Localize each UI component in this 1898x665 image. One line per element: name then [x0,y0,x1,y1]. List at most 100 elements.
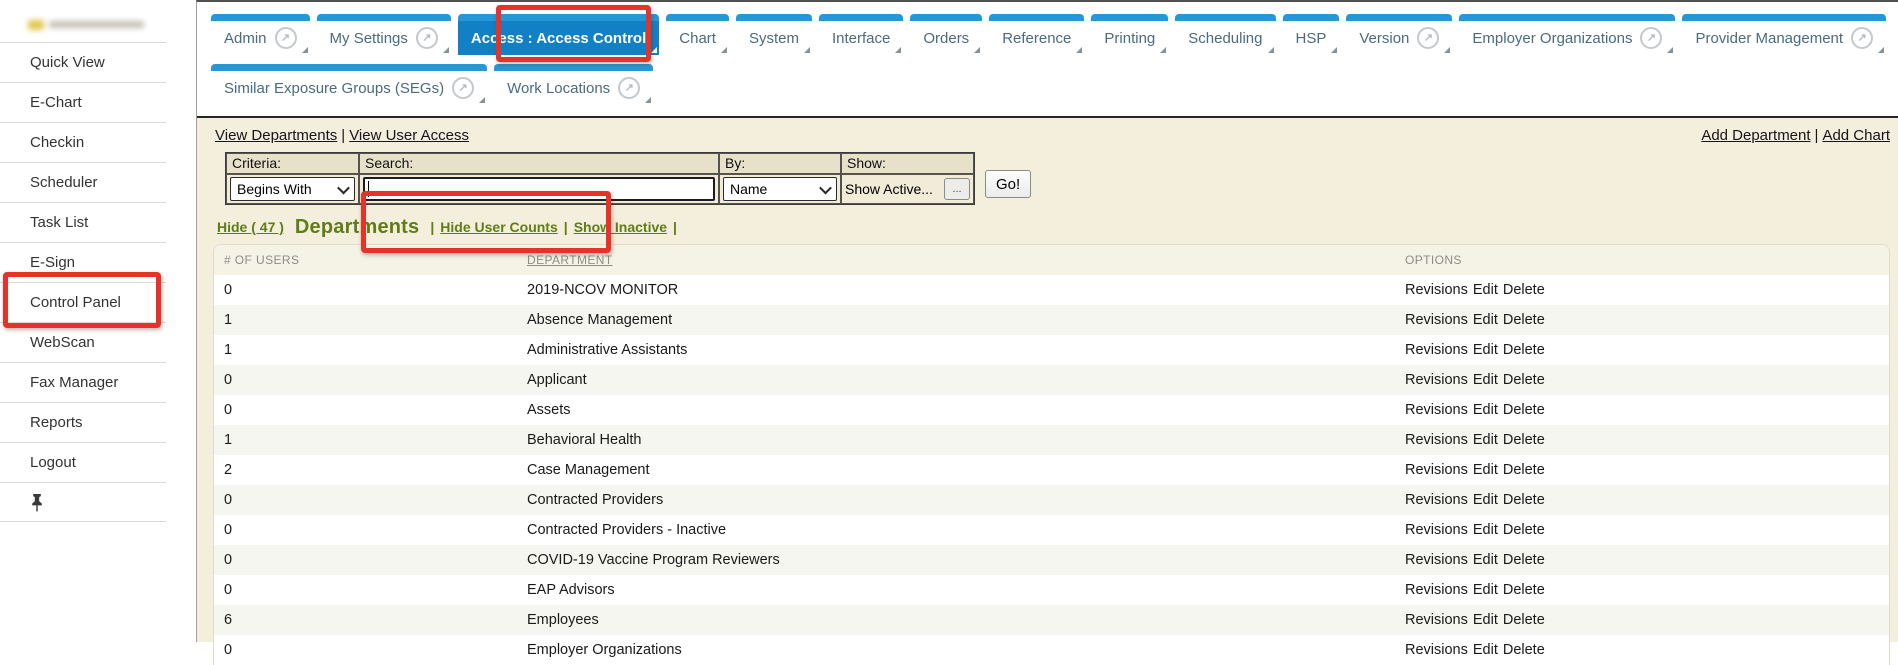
hide-user-counts-link[interactable]: Hide User Counts [440,219,557,235]
tab-label: System [749,30,799,47]
show-inactive-link[interactable]: Show Inactive [574,219,667,235]
tab-printing[interactable]: Printing [1091,14,1168,55]
external-link-icon[interactable]: ↗ [1851,27,1873,49]
tab-access-access-control[interactable]: Access : Access Control [458,14,659,55]
delete-link[interactable]: Delete [1503,612,1545,628]
sidebar-item-control-panel[interactable]: Control Panel [0,283,166,323]
revisions-link[interactable]: Revisions [1405,522,1468,538]
tab-chart[interactable]: Chart [666,14,729,55]
pushpin-icon[interactable] [30,493,44,512]
tab-version[interactable]: Version↗ [1346,14,1452,55]
delete-link[interactable]: Delete [1503,582,1545,598]
tab-reference[interactable]: Reference [989,14,1084,55]
table-row: 0Employer OrganizationsRevisionsEditDele… [214,635,1889,665]
sidebar-item-task-list[interactable]: Task List [0,203,166,243]
edit-link[interactable]: Edit [1473,282,1498,298]
revisions-link[interactable]: Revisions [1405,492,1468,508]
sidebar-item-e-sign[interactable]: E-Sign [0,243,166,283]
edit-link[interactable]: Edit [1473,642,1498,658]
sidebar-item-checkin[interactable]: Checkin [0,123,166,163]
tab-orders[interactable]: Orders [910,14,982,55]
external-link-icon[interactable]: ↗ [1640,27,1662,49]
revisions-link[interactable]: Revisions [1405,402,1468,418]
external-link-icon[interactable]: ↗ [452,77,474,99]
tab-admin[interactable]: Admin↗ [211,14,310,55]
revisions-link[interactable]: Revisions [1405,642,1468,658]
hide-count-link[interactable]: Hide ( 47 ) [217,219,284,235]
edit-link[interactable]: Edit [1473,432,1498,448]
add-chart-link[interactable]: Add Chart [1822,127,1890,144]
delete-link[interactable]: Delete [1503,552,1545,568]
search-form: Criteria: Search: By: Show: Begins With [225,152,1892,205]
tab-hsp[interactable]: HSP [1283,14,1340,55]
revisions-link[interactable]: Revisions [1405,552,1468,568]
department-column-header[interactable]: DEPARTMENT [527,253,613,267]
sidebar-item-e-chart[interactable]: E-Chart [0,83,166,123]
revisions-link[interactable]: Revisions [1405,612,1468,628]
sidebar-item-logout[interactable]: Logout [0,443,166,483]
tab-interface[interactable]: Interface [819,14,903,55]
separator: | [1815,127,1819,144]
edit-link[interactable]: Edit [1473,342,1498,358]
revisions-link[interactable]: Revisions [1405,342,1468,358]
sidebar-item-fax-manager[interactable]: Fax Manager [0,363,166,403]
delete-link[interactable]: Delete [1503,462,1545,478]
tab-work-locations[interactable]: Work Locations↗ [494,64,653,105]
sidebar-item-quick-view[interactable]: Quick View [0,43,166,83]
tab-employer-organizations[interactable]: Employer Organizations↗ [1459,14,1675,55]
revisions-link[interactable]: Revisions [1405,582,1468,598]
edit-link[interactable]: Edit [1473,312,1498,328]
tab-system[interactable]: System [736,14,812,55]
delete-link[interactable]: Delete [1503,312,1545,328]
delete-link[interactable]: Delete [1503,282,1545,298]
edit-link[interactable]: Edit [1473,462,1498,478]
revisions-link[interactable]: Revisions [1405,312,1468,328]
by-label: By: [719,153,841,174]
edit-link[interactable]: Edit [1473,552,1498,568]
go-button[interactable]: Go! [985,170,1031,198]
criteria-select[interactable]: Begins With [230,177,355,201]
revisions-link[interactable]: Revisions [1405,462,1468,478]
criteria-select-value: Begins With [237,181,312,197]
edit-link[interactable]: Edit [1473,522,1498,538]
revisions-link[interactable]: Revisions [1405,432,1468,448]
by-select[interactable]: Name [723,177,837,201]
edit-link[interactable]: Edit [1473,492,1498,508]
external-link-icon[interactable]: ↗ [618,77,640,99]
separator: | [564,219,568,235]
edit-link[interactable]: Edit [1473,582,1498,598]
delete-link[interactable]: Delete [1503,522,1545,538]
department-cell: 2019-NCOV MONITOR [517,282,1395,298]
tab-provider-management[interactable]: Provider Management↗ [1682,14,1886,55]
delete-link[interactable]: Delete [1503,372,1545,388]
revisions-link[interactable]: Revisions [1405,372,1468,388]
delete-link[interactable]: Delete [1503,432,1545,448]
edit-link[interactable]: Edit [1473,612,1498,628]
tab-scheduling[interactable]: Scheduling [1175,14,1275,55]
sidebar-item-reports[interactable]: Reports [0,403,166,443]
revisions-link[interactable]: Revisions [1405,282,1468,298]
tab-my-settings[interactable]: My Settings↗ [317,14,451,55]
tabs-area: Admin↗My Settings↗Access : Access Contro… [197,2,1898,116]
department-table-body: 02019-NCOV MONITORRevisionsEditDelete1Ab… [214,275,1889,665]
view-departments-link[interactable]: View Departments [215,127,337,144]
tab-similar-exposure-groups-segs[interactable]: Similar Exposure Groups (SEGs)↗ [211,64,487,105]
text-caret [368,181,369,197]
external-link-icon[interactable]: ↗ [275,27,297,49]
delete-link[interactable]: Delete [1503,402,1545,418]
add-department-link[interactable]: Add Department [1701,127,1810,144]
edit-link[interactable]: Edit [1473,372,1498,388]
external-link-icon[interactable]: ↗ [416,27,438,49]
delete-link[interactable]: Delete [1503,642,1545,658]
sidebar-item-webscan[interactable]: WebScan [0,323,166,363]
show-more-button[interactable]: ... [944,178,970,200]
external-link-icon[interactable]: ↗ [1417,27,1439,49]
delete-link[interactable]: Delete [1503,492,1545,508]
delete-link[interactable]: Delete [1503,342,1545,358]
options-cell: Revisions Edit Delete [1395,372,1889,388]
search-input[interactable] [363,177,715,201]
sidebar-item-scheduler[interactable]: Scheduler [0,163,166,203]
options-cell: Revisions Edit Delete [1395,492,1889,508]
view-user-access-link[interactable]: View User Access [349,127,469,144]
edit-link[interactable]: Edit [1473,402,1498,418]
